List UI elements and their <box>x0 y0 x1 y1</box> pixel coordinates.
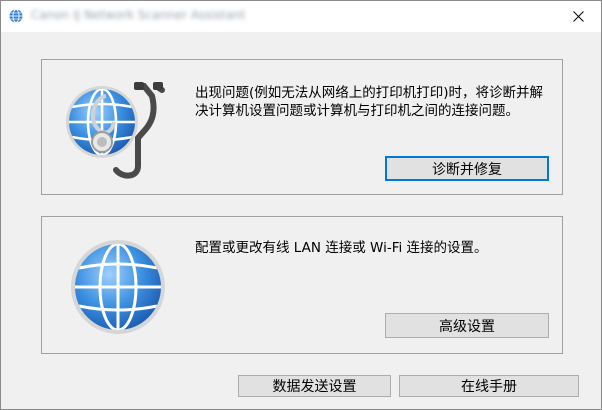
advanced-description: 配置或更改有线 LAN 连接或 Wi-Fi 连接的设置。 <box>195 240 488 256</box>
advanced-settings-button[interactable]: 高级设置 <box>385 313 549 338</box>
diagnose-panel: 出现问题(例如无法从网络上的打印机打印)时，将诊断并解决计算机设置问题或计算机与… <box>41 59 563 195</box>
app-window: Canon IJ Network Scanner Assistant 出现问题(… <box>0 0 602 410</box>
globe-icon <box>71 240 165 334</box>
online-manual-button[interactable]: 在线手册 <box>399 375 579 397</box>
advanced-panel: 配置或更改有线 LAN 连接或 Wi-Fi 连接的设置。 高级设置 <box>41 216 563 354</box>
window-title: Canon IJ Network Scanner Assistant <box>31 8 246 22</box>
title-bar: Canon IJ Network Scanner Assistant <box>1 1 601 32</box>
app-globe-icon <box>9 9 23 23</box>
close-icon <box>572 11 584 22</box>
data-send-settings-button[interactable]: 数据发送设置 <box>238 375 391 397</box>
diagnose-description: 出现问题(例如无法从网络上的打印机打印)时，将诊断并解决计算机设置问题或计算机与… <box>195 85 544 119</box>
close-button[interactable] <box>555 1 601 32</box>
diagnose-repair-button[interactable]: 诊断并修复 <box>385 156 549 181</box>
globe-stethoscope-icon <box>66 82 165 179</box>
